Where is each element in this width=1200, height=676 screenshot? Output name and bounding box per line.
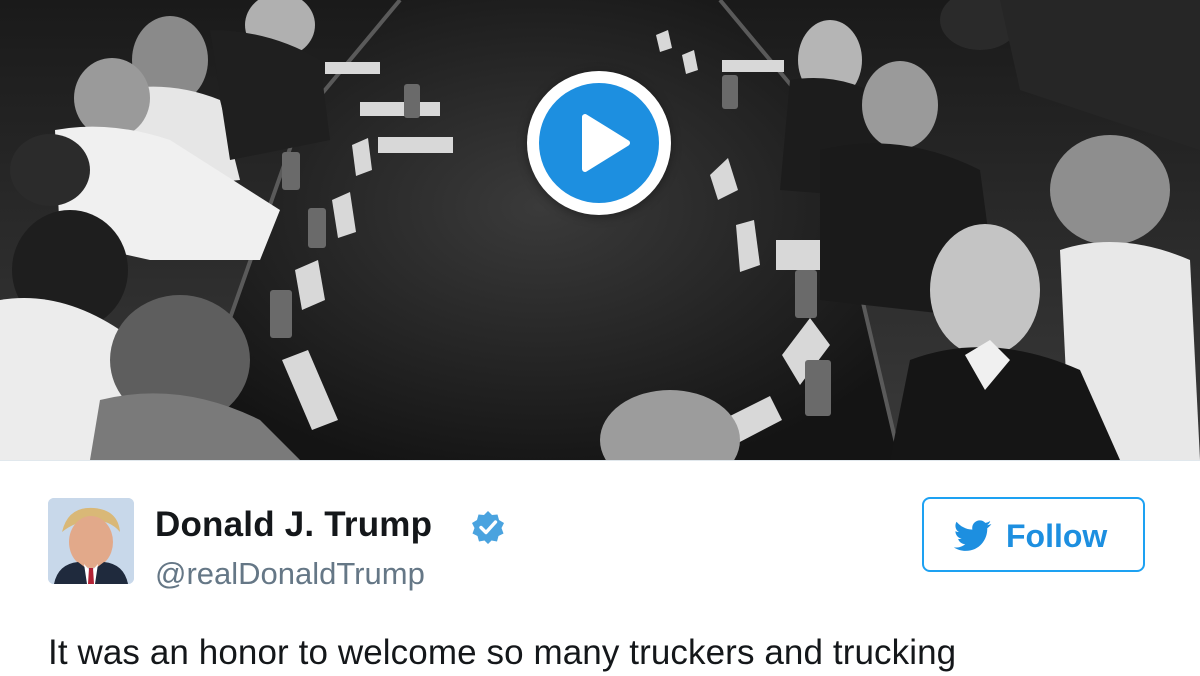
video-player[interactable] bbox=[0, 0, 1200, 460]
verified-badge-icon bbox=[472, 511, 504, 544]
author-handle[interactable]: @realDonaldTrump bbox=[155, 556, 425, 592]
play-circle bbox=[539, 83, 659, 203]
play-icon bbox=[582, 114, 630, 172]
video-thumbnail bbox=[0, 0, 1200, 460]
follow-button[interactable]: Follow bbox=[922, 497, 1145, 572]
follow-button-label: Follow bbox=[1006, 518, 1108, 554]
avatar[interactable] bbox=[48, 498, 134, 584]
avatar-image bbox=[48, 498, 134, 584]
tweet-text: It was an honor to welcome so many truck… bbox=[48, 633, 957, 672]
twitter-bird-icon bbox=[954, 520, 992, 551]
play-button[interactable] bbox=[527, 71, 671, 215]
author-name[interactable]: Donald J. Trump bbox=[155, 505, 432, 545]
tweet-card: Donald J. Trump @realDonaldTrump Follow … bbox=[0, 460, 1200, 676]
